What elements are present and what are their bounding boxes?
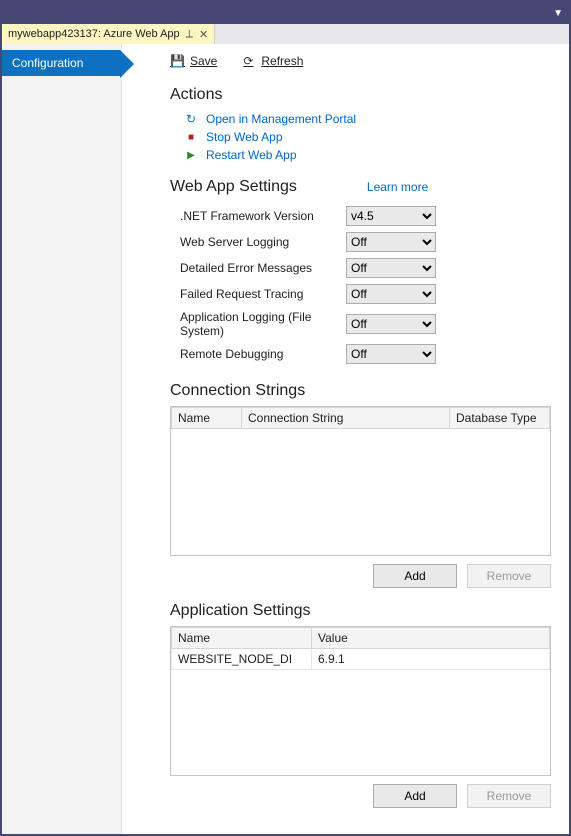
setting-label: Failed Request Tracing: [180, 287, 340, 301]
application-settings-table-wrap: Name Value WEBSITE_NODE_DI 6.9.1: [170, 626, 551, 776]
close-icon[interactable]: ✕: [199, 28, 208, 41]
webapp-settings-heading: Web App Settings: [170, 178, 297, 196]
save-label: Save: [190, 54, 217, 68]
appsettings-add-button[interactable]: Add: [373, 784, 457, 808]
open-external-icon: ↻: [184, 112, 198, 126]
connection-strings-heading: Connection Strings: [170, 382, 551, 400]
toolbar: 💾 Save ⟳ Refresh: [170, 54, 551, 68]
document-tab-title: mywebapp423137: Azure Web App: [8, 28, 180, 40]
col-name[interactable]: Name: [172, 628, 312, 649]
connection-strings-table[interactable]: Name Connection String Database Type: [171, 407, 550, 429]
application-settings-table[interactable]: Name Value WEBSITE_NODE_DI 6.9.1: [171, 627, 550, 670]
application-settings-heading: Application Settings: [170, 602, 551, 620]
save-icon: 💾: [170, 54, 184, 68]
webapp-settings-grid: .NET Framework Version v4.5 Web Server L…: [170, 202, 551, 368]
setting-label: .NET Framework Version: [180, 209, 340, 223]
save-button[interactable]: 💾 Save: [170, 54, 217, 68]
conn-add-button[interactable]: Add: [373, 564, 457, 588]
failed-request-tracing-select[interactable]: Off: [346, 284, 436, 304]
application-settings-buttons: Add Remove: [170, 784, 551, 808]
setting-label: Detailed Error Messages: [180, 261, 340, 275]
action-open-label: Open in Management Portal: [206, 112, 356, 126]
azure-webapp-config-window: ▼ mywebapp423137: Azure Web App ⟂ ✕ Conf…: [0, 0, 571, 836]
connection-strings-buttons: Add Remove: [170, 564, 551, 588]
actions-heading: Actions: [170, 86, 551, 104]
setting-label: Remote Debugging: [180, 347, 340, 361]
sidebar-tab-configuration[interactable]: Configuration: [2, 50, 120, 76]
setting-label: Web Server Logging: [180, 235, 340, 249]
document-tab[interactable]: mywebapp423137: Azure Web App ⟂ ✕: [2, 24, 215, 44]
content-area: 💾 Save ⟳ Refresh Actions ↻ Open in Manag…: [122, 44, 569, 834]
stop-icon: ■: [184, 132, 198, 143]
action-restart-label: Restart Web App: [206, 148, 297, 162]
refresh-button[interactable]: ⟳ Refresh: [241, 54, 303, 68]
appsettings-remove-button[interactable]: Remove: [467, 784, 551, 808]
pin-icon[interactable]: ⟂: [186, 28, 193, 41]
body: Configuration 💾 Save ⟳ Refresh Actions ↻…: [2, 44, 569, 834]
web-server-logging-select[interactable]: Off: [346, 232, 436, 252]
col-value[interactable]: Value: [312, 628, 550, 649]
net-framework-version-select[interactable]: v4.5: [346, 206, 436, 226]
col-connstring[interactable]: Connection String: [242, 408, 450, 429]
action-restart-webapp[interactable]: ▶ Restart Web App: [170, 146, 551, 164]
connection-strings-table-wrap: Name Connection String Database Type: [170, 406, 551, 556]
setting-label: Application Logging (File System): [180, 310, 340, 338]
refresh-icon: ⟳: [241, 54, 255, 68]
window-menu-caret[interactable]: ▼: [553, 8, 563, 19]
remote-debugging-select[interactable]: Off: [346, 344, 436, 364]
document-tab-strip: mywebapp423137: Azure Web App ⟂ ✕: [2, 24, 569, 44]
col-dbtype[interactable]: Database Type: [450, 408, 550, 429]
appsetting-value: 6.9.1: [312, 649, 550, 670]
action-stop-label: Stop Web App: [206, 130, 283, 144]
sidebar: Configuration: [2, 44, 122, 834]
conn-remove-button[interactable]: Remove: [467, 564, 551, 588]
application-logging-select[interactable]: Off: [346, 314, 436, 334]
sidebar-tab-label: Configuration: [12, 56, 83, 70]
titlebar: ▼: [2, 2, 569, 24]
col-name[interactable]: Name: [172, 408, 242, 429]
table-row[interactable]: WEBSITE_NODE_DI 6.9.1: [172, 649, 550, 670]
refresh-label: Refresh: [261, 54, 303, 68]
learn-more-link[interactable]: Learn more: [367, 180, 428, 194]
detailed-error-messages-select[interactable]: Off: [346, 258, 436, 278]
action-open-portal[interactable]: ↻ Open in Management Portal: [170, 110, 551, 128]
action-stop-webapp[interactable]: ■ Stop Web App: [170, 128, 551, 146]
appsetting-name: WEBSITE_NODE_DI: [172, 649, 312, 670]
play-icon: ▶: [184, 150, 198, 161]
